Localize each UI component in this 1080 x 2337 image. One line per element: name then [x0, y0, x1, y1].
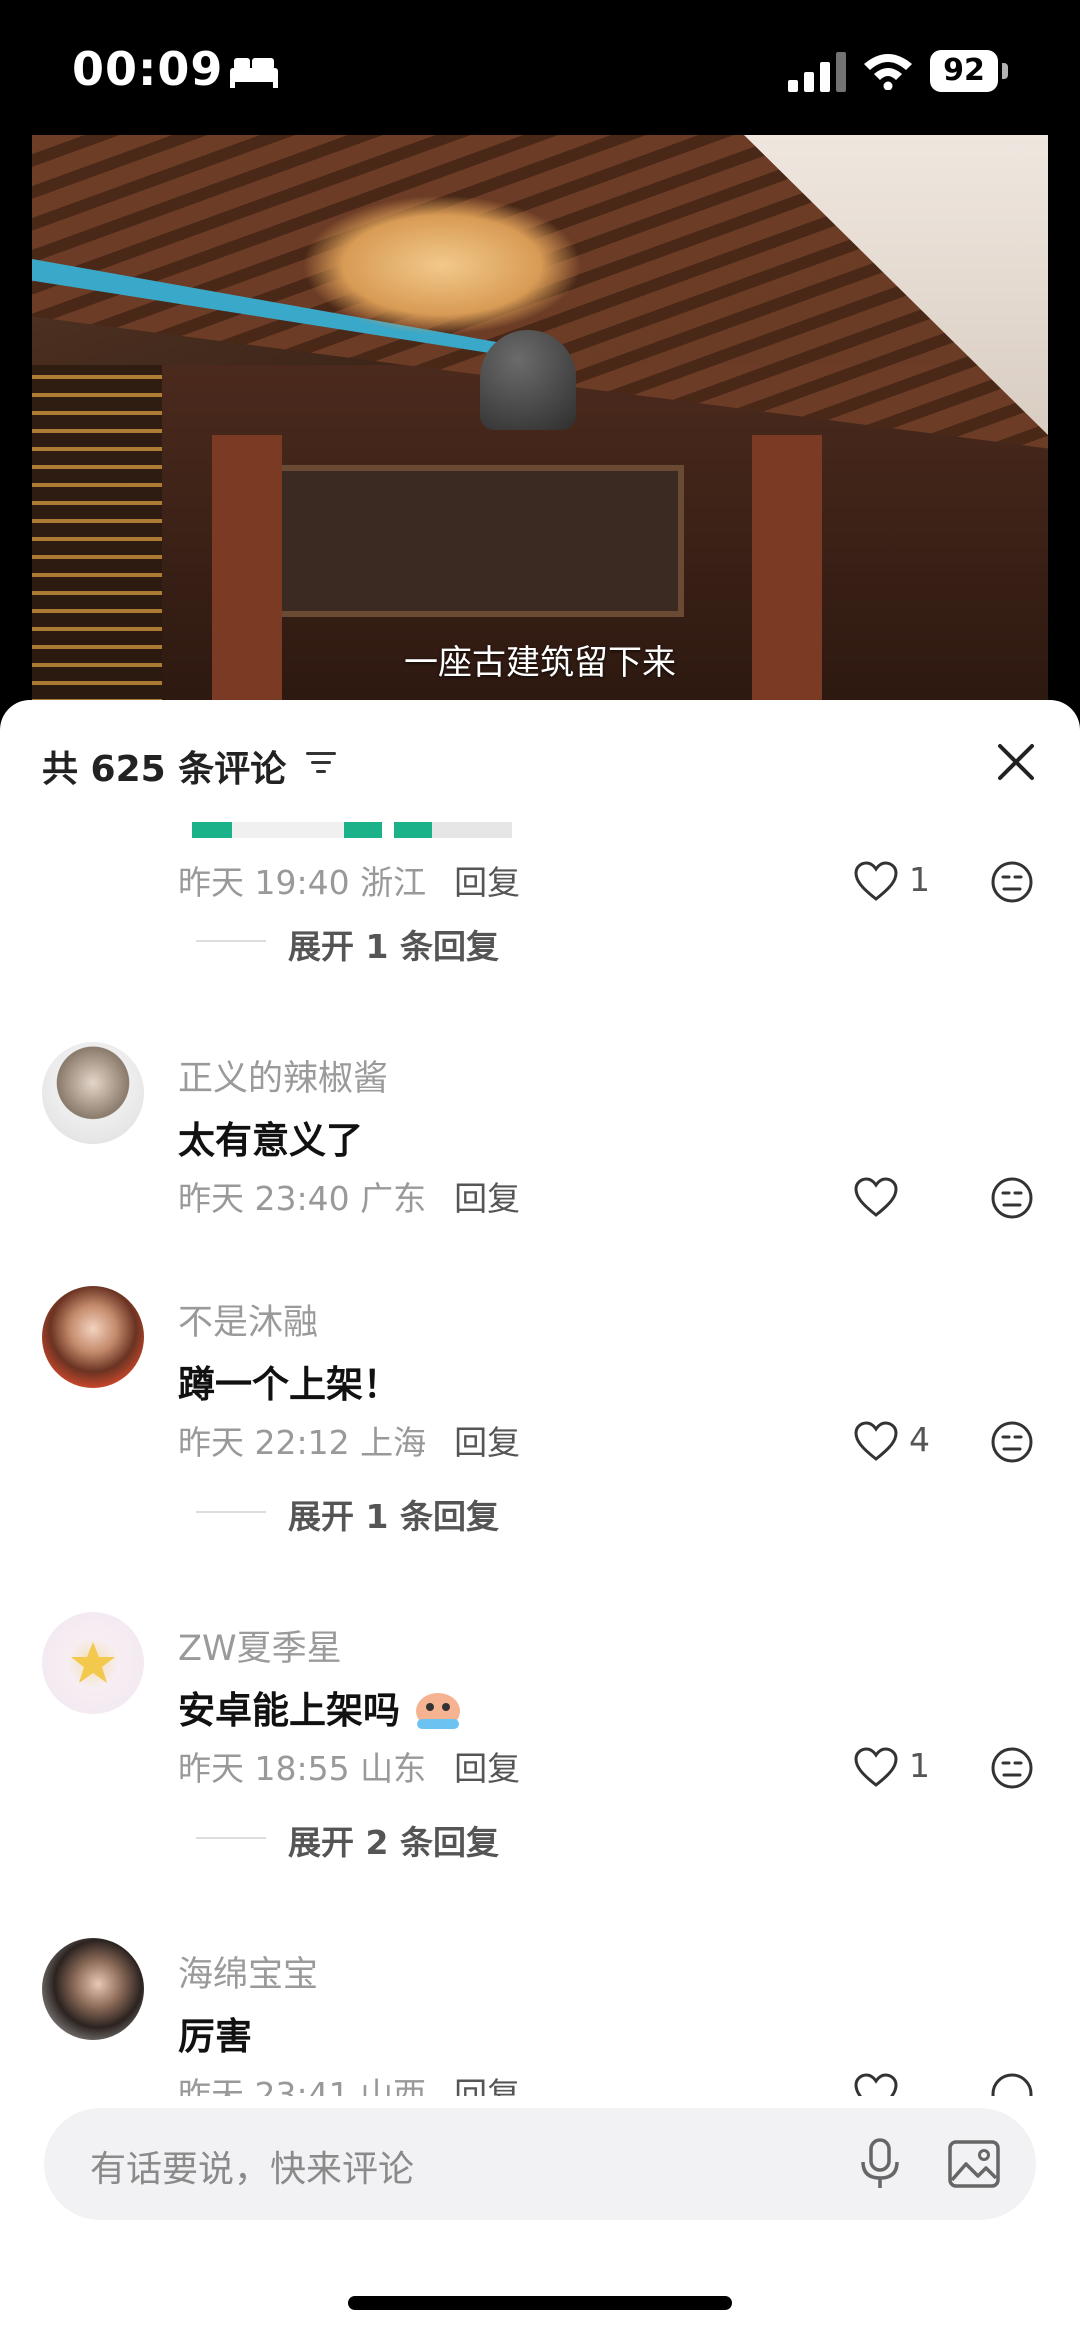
avatar[interactable] — [42, 1286, 144, 1388]
heart-outline-icon — [854, 2073, 898, 2096]
comment-meta: 昨天 18:55 山东 回复 — [178, 1742, 520, 1790]
cellular-signal-icon — [788, 52, 846, 92]
comment-username[interactable]: 正义的辣椒酱 — [178, 1050, 388, 1101]
comment-meta: 昨天 19:40 浙江 回复 — [178, 856, 520, 904]
meh-face-icon[interactable] — [990, 2072, 1034, 2096]
reply-button[interactable]: 回复 — [454, 863, 520, 902]
like-button[interactable]: 4 — [853, 1416, 953, 1466]
comment-time-location: 昨天 23:40 广东 — [178, 1179, 427, 1218]
reply-button[interactable]: 回复 — [454, 2075, 520, 2096]
temple-plaque — [252, 465, 684, 617]
like-button[interactable] — [853, 1172, 953, 1222]
comment-meta: 昨天 22:12 上海 回复 — [178, 1416, 520, 1464]
comments-sheet: 共 625 条评论 昨天 19:40 浙江 回复 1 展开 1 条回复 正义的辣椒… — [0, 700, 1080, 2337]
battery-indicator: 92 — [930, 50, 1008, 92]
comment-count-title: 共 625 条评论 — [42, 749, 287, 790]
wifi-icon — [864, 54, 912, 90]
avatar[interactable] — [42, 1938, 144, 2040]
comment-username[interactable]: 不是沐融 — [178, 1294, 318, 1345]
home-indicator — [348, 2296, 732, 2310]
heart-outline-icon — [854, 1747, 898, 1787]
image-icon[interactable] — [944, 2134, 1004, 2194]
sleep-mode-icon — [230, 58, 278, 88]
reply-button[interactable]: 回复 — [454, 1749, 520, 1788]
golden-dragon-ornament — [302, 195, 582, 335]
comment-username[interactable]: 海绵宝宝 — [178, 1946, 318, 1997]
meh-face-icon[interactable] — [990, 1176, 1034, 1220]
comment-text: 厉害 — [178, 2015, 252, 2058]
video-player[interactable]: 一座古建筑留下来 — [32, 135, 1048, 735]
comment-input-placeholder: 有话要说，快来评论 — [90, 2149, 415, 2190]
reply-button[interactable]: 回复 — [454, 1423, 520, 1462]
video-subtitle: 一座古建筑留下来 — [404, 643, 676, 683]
like-count: 4 — [909, 1420, 930, 1459]
clipped-comment-meta: 昨天 23:41 山西 回复 — [0, 2068, 1080, 2096]
comment-meta: 昨天 23:40 广东 回复 — [178, 1172, 520, 1220]
comment-text: 太有意义了 — [178, 1119, 363, 1162]
comment-username[interactable]: ZW夏季星 — [178, 1620, 342, 1671]
heart-outline-icon — [854, 861, 898, 901]
like-count: 1 — [909, 860, 930, 899]
like-count: 1 — [909, 1746, 930, 1785]
expand-replies-button[interactable]: 展开 1 条回复 — [288, 1490, 499, 1538]
comment-input[interactable]: 有话要说，快来评论 — [44, 2108, 1036, 2220]
meh-face-icon[interactable] — [990, 1746, 1034, 1790]
like-button[interactable]: 1 — [853, 856, 953, 906]
attached-image-partial[interactable] — [192, 822, 512, 838]
comment-text: 蹲一个上架！ — [178, 1363, 400, 1406]
heart-outline-icon — [854, 1177, 898, 1217]
like-button[interactable] — [853, 2068, 953, 2096]
filter-icon[interactable] — [304, 748, 340, 778]
reply-button[interactable]: 回复 — [454, 1179, 520, 1218]
comment-text: 安卓能上架吗 — [178, 1680, 463, 1734]
comment-time-location: 昨天 22:12 上海 — [178, 1423, 427, 1462]
meh-face-icon[interactable] — [990, 860, 1034, 904]
battery-level: 92 — [943, 53, 985, 88]
expand-replies-button[interactable]: 展开 2 条回复 — [288, 1816, 499, 1864]
comment-time-location: 昨天 19:40 浙江 — [178, 863, 427, 902]
microphone-icon[interactable] — [850, 2134, 910, 2194]
status-time: 00:09 — [72, 42, 224, 96]
close-icon[interactable] — [994, 740, 1038, 784]
comment-time-location: 昨天 18:55 山东 — [178, 1749, 427, 1788]
comment-meta: 昨天 23:41 山西 回复 — [178, 2068, 520, 2096]
meh-face-icon[interactable] — [990, 1420, 1034, 1464]
expand-replies-button[interactable]: 展开 1 条回复 — [288, 920, 499, 968]
like-button[interactable]: 1 — [853, 1742, 953, 1792]
status-bar: 00:09 92 — [0, 0, 1080, 135]
crying-emoji-icon — [415, 1693, 460, 1729]
comment-time-location: 昨天 23:41 山西 — [178, 2075, 427, 2096]
avatar[interactable] — [42, 1612, 144, 1714]
avatar[interactable] — [42, 1042, 144, 1144]
star-icon — [71, 1642, 115, 1683]
bell-ornament — [480, 330, 576, 430]
heart-outline-icon — [854, 1421, 898, 1461]
